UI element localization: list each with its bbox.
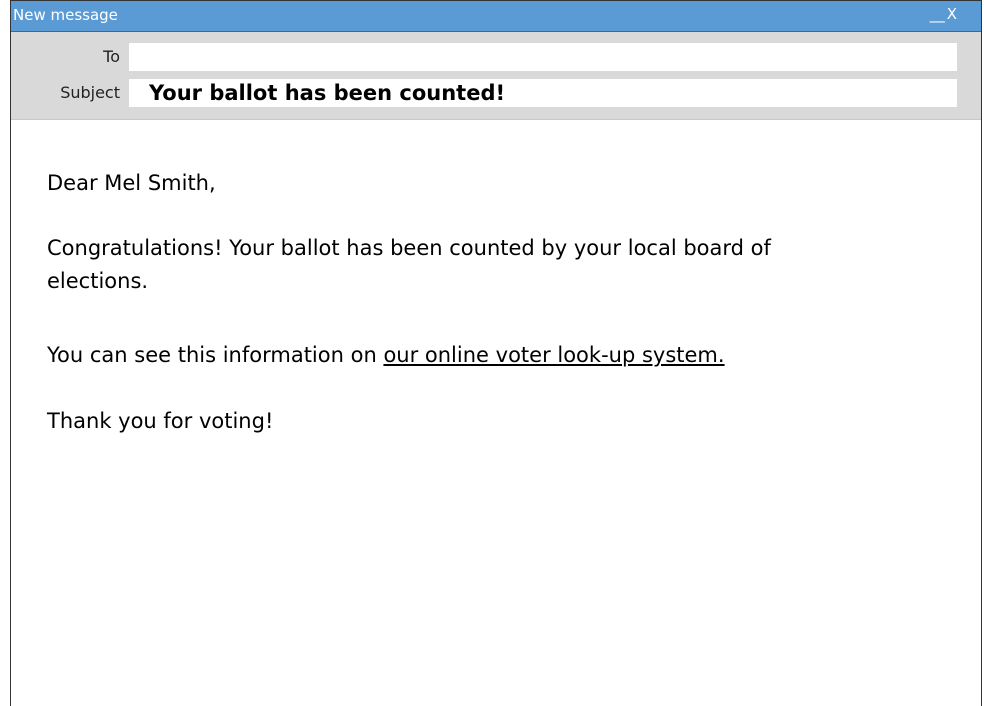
- info-paragraph: You can see this information on our onli…: [47, 339, 725, 372]
- greeting-text: Dear Mel Smith,: [47, 171, 216, 195]
- thanks-text: Thank you for voting!: [47, 409, 274, 433]
- subject-field[interactable]: Your ballot has been counted!: [129, 79, 957, 107]
- title-bar: New message __ X: [11, 1, 981, 32]
- to-field[interactable]: [129, 43, 957, 71]
- window-title: New message: [13, 6, 118, 24]
- congrats-text: Congratulations! Your ballot has been co…: [47, 236, 771, 293]
- subject-label: Subject: [60, 83, 120, 102]
- subject-row: Subject Your ballot has been counted!: [11, 79, 981, 107]
- window-controls: __ X: [930, 5, 957, 23]
- info-text: You can see this information on: [47, 343, 384, 367]
- close-button[interactable]: X: [947, 5, 957, 23]
- to-label: To: [103, 47, 120, 66]
- compose-window: New message __ X To Subject Your ballot …: [10, 0, 982, 706]
- minimize-button[interactable]: __: [930, 5, 945, 23]
- to-row: To: [11, 43, 981, 71]
- compose-header: To Subject Your ballot has been counted!: [11, 32, 981, 120]
- voter-lookup-link[interactable]: our online voter look-up system.: [383, 343, 724, 367]
